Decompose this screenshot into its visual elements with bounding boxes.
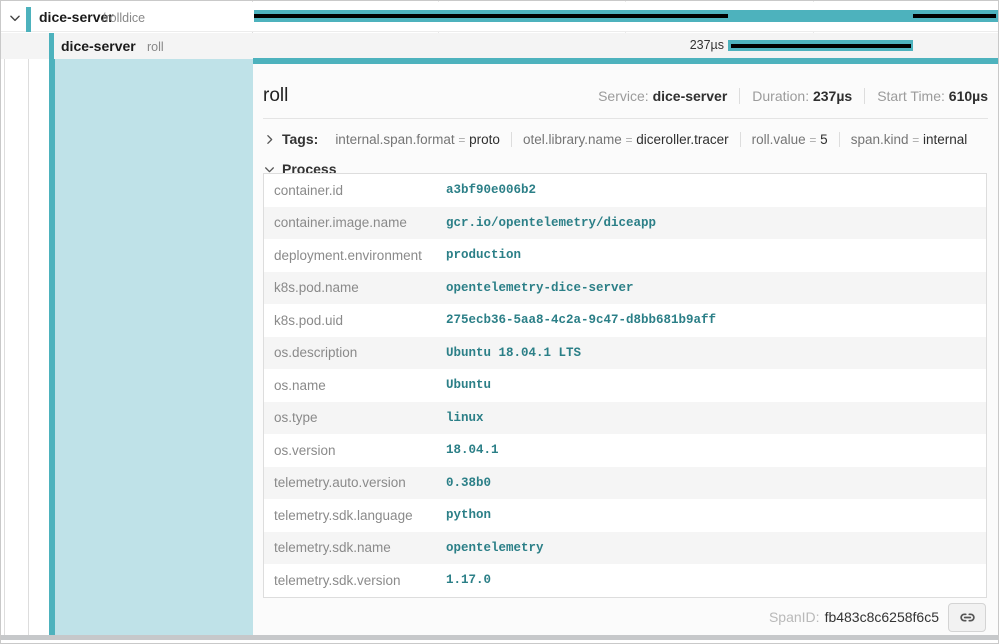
process-row: os.version 18.04.1 — [264, 434, 986, 467]
tag-equals: = — [809, 133, 816, 147]
critical-path-segment — [731, 44, 911, 48]
process-row: telemetry.auto.version 0.38b0 — [264, 467, 986, 500]
process-value: a3bf90e006b2 — [446, 183, 536, 197]
summary-service: Service: dice-server — [586, 88, 739, 104]
process-row: telemetry.sdk.name opentelemetry — [264, 532, 986, 565]
chevron-right-icon — [263, 133, 276, 146]
process-key: os.version — [274, 443, 446, 458]
tag-key: internal.span.format — [335, 132, 454, 147]
span-duration-label: 237µs — [624, 38, 724, 52]
tag-item: otel.library.name = diceroller.tracer — [511, 132, 740, 147]
tree-indent-guide — [4, 59, 5, 635]
summary-service-value: dice-server — [653, 88, 728, 104]
span-color-bar — [49, 33, 54, 59]
span-service-name: dice-server — [61, 38, 136, 54]
critical-path-segment — [913, 14, 996, 18]
tag-key: otel.library.name — [523, 132, 622, 147]
process-key: telemetry.auto.version — [274, 475, 446, 490]
tag-key: span.kind — [851, 132, 909, 147]
header-divider — [263, 118, 988, 119]
summary-start-time: Start Time: 610µs — [864, 88, 988, 104]
span-detail-panel: roll Service: dice-server Duration: 237µ… — [253, 64, 998, 635]
summary-duration-value: 237µs — [813, 88, 852, 104]
summary-service-label: Service: — [598, 88, 649, 104]
link-icon — [959, 609, 976, 626]
process-value: gcr.io/opentelemetry/diceapp — [446, 216, 656, 230]
chevron-down-icon[interactable] — [8, 11, 22, 25]
tag-item: roll.value = 5 — [740, 132, 839, 147]
summary-duration: Duration: 237µs — [739, 88, 864, 104]
process-row: os.name Ubuntu — [264, 369, 986, 402]
process-row: telemetry.sdk.language python — [264, 499, 986, 532]
tag-item: span.kind = internal — [839, 132, 979, 147]
tag-value: proto — [469, 132, 500, 147]
process-row: k8s.pod.name opentelemetry-dice-server — [264, 272, 986, 305]
summary-duration-label: Duration: — [752, 88, 809, 104]
detail-header: roll Service: dice-server Duration: 237µ… — [263, 78, 988, 114]
tag-equals: = — [458, 133, 465, 147]
tag-equals: = — [626, 133, 633, 147]
tag-item: internal.span.format = proto — [324, 132, 511, 147]
process-key: k8s.pod.name — [274, 280, 446, 295]
process-value: 0.38b0 — [446, 476, 491, 490]
process-row: k8s.pod.uid 275ecb36-5aa8-4c2a-9c47-d8bb… — [264, 304, 986, 337]
process-key: telemetry.sdk.name — [274, 540, 446, 555]
process-value: Ubuntu — [446, 378, 491, 392]
process-value: 275ecb36-5aa8-4c2a-9c47-d8bb681b9aff — [446, 313, 716, 327]
process-key: telemetry.sdk.version — [274, 573, 446, 588]
tag-value: 5 — [820, 132, 828, 147]
horizontal-scrollbar[interactable] — [1, 635, 998, 640]
span-id-label: SpanID: — [769, 609, 820, 625]
process-value: opentelemetry-dice-server — [446, 281, 634, 295]
jaeger-trace-view: dice-server /rolldice dice-server roll 2… — [0, 0, 999, 644]
process-key: os.description — [274, 345, 446, 360]
process-key: os.name — [274, 378, 446, 393]
selected-span-highlight — [55, 59, 253, 635]
process-value: 18.04.1 — [446, 443, 499, 457]
process-value: opentelemetry — [446, 541, 544, 555]
process-table: container.id a3bf90e006b2 container.imag… — [263, 173, 987, 598]
span-color-bar — [26, 7, 31, 32]
summary-start-value: 610µs — [949, 88, 988, 104]
process-row: deployment.environment production — [264, 239, 986, 272]
summary-start-label: Start Time: — [877, 88, 945, 104]
process-key: container.image.name — [274, 215, 446, 230]
tag-equals: = — [912, 133, 919, 147]
tags-toggle[interactable]: Tags: — [263, 131, 324, 147]
process-value: production — [446, 248, 521, 262]
process-value: linux — [446, 411, 484, 425]
deep-link-button[interactable] — [948, 603, 986, 632]
process-value: Ubuntu 18.04.1 LTS — [446, 346, 581, 360]
process-row: telemetry.sdk.version 1.17.0 — [264, 564, 986, 597]
tag-key: roll.value — [752, 132, 806, 147]
span-id-value: fb483c8c6258f6c5 — [825, 609, 939, 625]
span-operation-name: /rolldice — [102, 11, 145, 25]
critical-path-segment — [254, 14, 728, 18]
span-detail-title: roll — [263, 85, 288, 107]
tag-value: diceroller.tracer — [636, 132, 728, 147]
tree-indent-guide — [28, 59, 29, 635]
tag-value: internal — [923, 132, 967, 147]
span-operation-name: roll — [147, 40, 164, 54]
process-value: python — [446, 508, 491, 522]
process-key: telemetry.sdk.language — [274, 508, 446, 523]
process-key: k8s.pod.uid — [274, 313, 446, 328]
process-value: 1.17.0 — [446, 573, 491, 587]
process-key: container.id — [274, 183, 446, 198]
process-row: os.type linux — [264, 402, 986, 435]
span-summary: Service: dice-server Duration: 237µs Sta… — [586, 88, 988, 104]
tags-section: Tags: internal.span.format = proto otel.… — [263, 125, 988, 153]
process-key: os.type — [274, 410, 446, 425]
process-row: container.image.name gcr.io/opentelemetr… — [264, 207, 986, 240]
process-key: deployment.environment — [274, 248, 446, 263]
detail-footer: SpanID: fb483c8c6258f6c5 — [769, 601, 986, 633]
process-row: os.description Ubuntu 18.04.1 LTS — [264, 337, 986, 370]
tags-label: Tags: — [282, 131, 318, 147]
process-row: container.id a3bf90e006b2 — [264, 174, 986, 207]
